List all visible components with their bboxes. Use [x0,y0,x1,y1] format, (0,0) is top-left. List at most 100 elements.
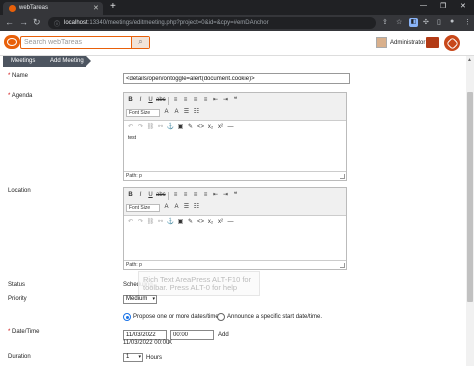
location-editor-toolbar: B I U abc ≡ ≡ ≡ ≡ ⇤ ⇥ ❝ Font Size A A ☰ … [124,188,346,216]
user-name[interactable]: Administrator [390,40,425,46]
browser-tab[interactable]: webTareas ✕ [3,2,103,15]
editor-help-tooltip: Rich Text AreaPress ALT-F10 for toolbar.… [138,271,260,296]
location-path: Path: p [124,260,346,269]
align-center-icon[interactable]: ≡ [181,96,190,105]
location-text-area[interactable] [124,226,346,260]
scrollbar-thumb[interactable] [467,92,473,302]
align-center-icon[interactable]: ≡ [181,191,190,200]
back-icon[interactable]: ← [5,17,14,27]
announce-date-label: Announce a specific start date/time. [227,314,323,320]
browser-toolbar: ← → ↻ ⓘ localhost:13340/meetings/editmee… [0,15,474,31]
status-label: Status [8,282,26,288]
resize-grip-icon[interactable] [340,263,345,268]
search-icon[interactable]: ⌕ [131,37,149,48]
time-field[interactable] [170,330,214,340]
hours-label: Hours [146,355,163,361]
outdent-icon[interactable]: ⇤ [211,96,220,105]
tab-close-icon[interactable]: ✕ [93,4,99,12]
search-input[interactable] [21,37,131,48]
tab-title: webTareas [19,5,49,11]
italic-icon[interactable]: I [136,96,145,105]
blockquote-icon[interactable]: ❝ [231,96,240,105]
align-left-icon[interactable]: ≡ [171,96,180,105]
propose-dates-label: Propose one or more dates/times. [133,314,224,320]
bookmark-star-icon[interactable]: ☆ [396,18,402,26]
address-url: localhost:13340/meetings/editmeeting.php… [64,20,269,26]
agenda-text: test [128,135,137,141]
new-tab-button[interactable]: + [110,1,116,12]
highlight-color-icon[interactable]: A [172,108,181,117]
date-field[interactable] [123,330,167,340]
propose-dates-radio[interactable] [123,313,131,321]
location-editor: B I U abc ≡ ≡ ≡ ≡ ⇤ ⇥ ❝ Font Size A A ☰ … [123,187,347,270]
strikethrough-icon[interactable]: abc [156,191,166,200]
italic-icon[interactable]: I [136,191,145,200]
resize-grip-icon[interactable] [340,174,345,179]
priority-select[interactable]: Medium ▾ [123,295,157,304]
sidepanel-icon[interactable]: ▯ [437,18,441,26]
avatar[interactable] [376,37,387,48]
highlight-color-icon[interactable]: A [172,203,181,212]
remove-date-link[interactable]: X [168,340,172,346]
name-field[interactable] [123,73,350,84]
blockquote-icon[interactable]: ❝ [231,191,240,200]
agenda-text-area[interactable]: test [124,131,346,171]
align-justify-icon[interactable]: ≡ [201,191,210,200]
duration-label: Duration [8,354,31,360]
reload-icon[interactable]: ↻ [33,17,41,28]
numbered-list-icon[interactable]: ☷ [192,203,201,212]
agenda-path: Path: p [124,171,346,180]
toolbar-divider [168,96,169,105]
name-label: * Name [8,73,29,79]
agenda-editor: B I U abc ≡ ≡ ≡ ≡ ⇤ ⇥ ❝ Font Size A A ☰ … [123,92,347,181]
link-icon[interactable] [444,35,460,51]
datetime-label: * Date/Time [8,329,40,335]
indent-icon[interactable]: ⇥ [221,96,230,105]
messages-icon[interactable] [426,37,439,48]
text-color-icon[interactable]: A [162,203,171,212]
location-label: Location [8,188,31,194]
font-size-select[interactable]: Font Size [126,203,160,212]
bold-icon[interactable]: B [126,96,135,105]
align-right-icon[interactable]: ≡ [191,191,200,200]
address-bar[interactable]: ⓘ localhost:13340/meetings/editmeeting.p… [48,17,376,29]
scroll-up-icon[interactable]: ▲ [467,57,472,63]
add-date-link[interactable]: Add [218,332,229,338]
bullet-list-icon[interactable]: ☰ [182,108,191,117]
agenda-editor-toolbar: B I U abc ≡ ≡ ≡ ≡ ⇤ ⇥ ❝ Font Size A A ☰ … [124,93,346,121]
webtareas-logo[interactable] [4,35,20,49]
announce-date-radio[interactable] [217,313,225,321]
puzzle-icon[interactable]: ✣ [423,18,429,26]
duration-select[interactable]: 1 ▾ [123,353,143,362]
app-header: ⌕ Administrator [0,31,474,56]
profile-icon[interactable]: ● [450,18,454,25]
priority-label: Priority [8,296,27,302]
search-box: ⌕ [20,36,150,49]
minimize-icon[interactable]: — [420,2,427,9]
forward-icon[interactable]: → [19,17,28,27]
underline-icon[interactable]: U [146,96,155,105]
site-info-icon[interactable]: ⓘ [54,19,60,28]
align-justify-icon[interactable]: ≡ [201,96,210,105]
proposed-date-item: 11/03/2022 00:00 [123,340,170,346]
font-size-select[interactable]: Font Size [126,108,160,117]
window-close-icon[interactable]: ✕ [460,2,466,10]
underline-icon[interactable]: U [146,191,155,200]
menu-icon[interactable]: ⋮ [464,18,471,26]
align-left-icon[interactable]: ≡ [171,191,180,200]
outdent-icon[interactable]: ⇤ [211,191,220,200]
text-color-icon[interactable]: A [162,108,171,117]
indent-icon[interactable]: ⇥ [221,191,230,200]
extension-icon[interactable]: ◧ [409,18,418,27]
strikethrough-icon[interactable]: abc [156,96,166,105]
restore-icon[interactable]: ❐ [440,2,446,10]
align-right-icon[interactable]: ≡ [191,96,200,105]
numbered-list-icon[interactable]: ☷ [192,108,201,117]
breadcrumb-meetings[interactable]: Meetings [3,56,46,67]
bullet-list-icon[interactable]: ☰ [182,203,191,212]
bold-icon[interactable]: B [126,191,135,200]
toolbar-divider [168,191,169,200]
share-icon[interactable]: ⇪ [382,18,388,26]
agenda-label: * Agenda [8,93,33,99]
browser-titlebar: webTareas ✕ + — ❐ ✕ [0,0,474,15]
